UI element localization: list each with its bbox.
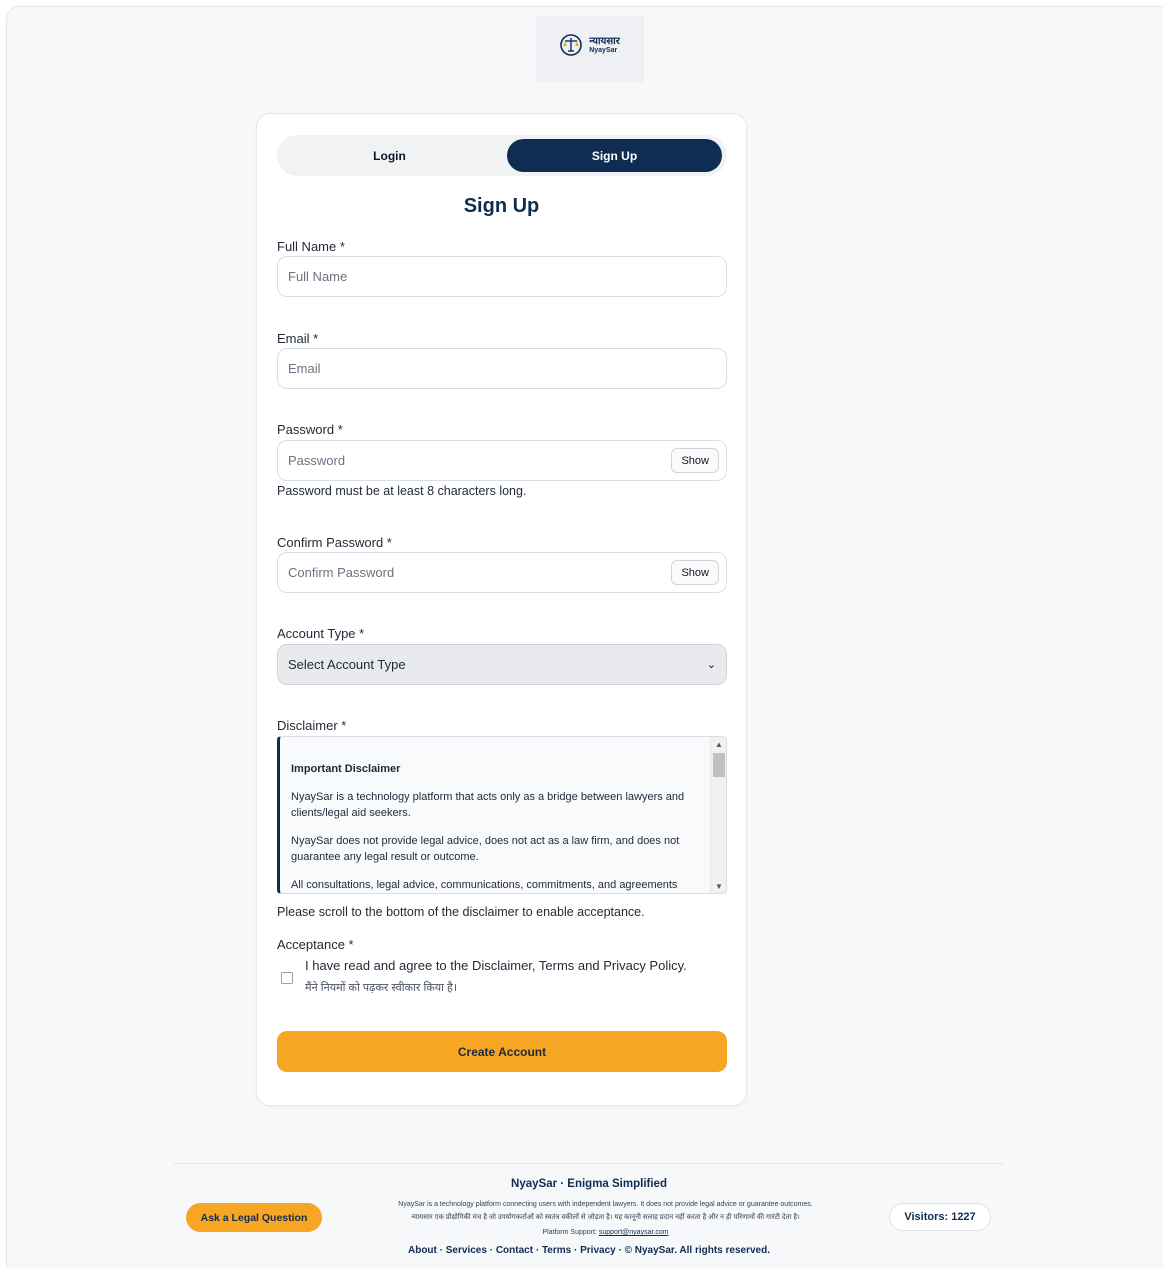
footer-support: Platform Support: support@nyaysar.com <box>333 1227 878 1238</box>
disclaimer-label: Disclaimer * <box>277 718 347 733</box>
footer-copyright: © NyaySar. All rights reserved. <box>624 1245 770 1256</box>
disclaimer-box[interactable]: Important Disclaimer NyaySar is a techno… <box>277 736 727 894</box>
disclaimer-scroll-hint: Please scroll to the bottom of the discl… <box>277 905 645 919</box>
footer-links: About · Services · Contact · Terms · Pri… <box>407 1245 770 1256</box>
nyaysar-logo[interactable]: न्यायसार NyaySar <box>536 16 644 82</box>
footer-note-hindi: न्यायसार एक प्रौद्योगिकी मंच है जो उपयोग… <box>411 1214 800 1221</box>
acceptance-label: Acceptance * <box>277 937 354 952</box>
scroll-up-arrow-icon[interactable]: ▲ <box>711 737 726 751</box>
logo-english-text: NyaySar <box>589 46 618 54</box>
account-type-select[interactable]: Select Account Type ⌄ <box>277 644 727 685</box>
confirm-password-input[interactable] <box>277 552 727 593</box>
disclaimer-paragraph-3: All consultations, legal advice, communi… <box>291 879 678 891</box>
auth-tabs: Login Sign Up <box>277 135 727 176</box>
email-label: Email * <box>277 331 319 346</box>
disclaimer-paragraph-1: NyaySar is a technology platform that ac… <box>291 791 685 819</box>
form-title: Sign Up <box>463 195 540 217</box>
footer-link-terms[interactable]: Terms <box>542 1245 571 1256</box>
scroll-down-arrow-icon[interactable]: ▼ <box>711 879 726 893</box>
footer-link-contact[interactable]: Contact <box>496 1245 533 1256</box>
auth-card: Login Sign Up Sign Up Full Name * Email … <box>256 113 747 1106</box>
confirm-password-show-button[interactable]: Show <box>671 560 719 585</box>
full-name-label: Full Name * <box>277 239 345 254</box>
password-show-button[interactable]: Show <box>671 448 719 473</box>
password-label: Password * <box>277 422 343 437</box>
ask-legal-question-button[interactable]: Ask a Legal Question <box>186 1203 322 1232</box>
password-hint: Password must be at least 8 characters l… <box>277 484 527 498</box>
confirm-password-label: Confirm Password * <box>277 535 392 550</box>
chevron-down-icon: ⌄ <box>706 659 716 671</box>
footer: NyaySar · Enigma Simplified Ask a Legal … <box>173 1163 1005 1268</box>
tab-login[interactable]: Login <box>282 139 497 172</box>
disclaimer-heading: Important Disclaimer <box>291 763 401 775</box>
footer-link-services[interactable]: Services <box>446 1245 487 1256</box>
support-label: Platform Support: <box>542 1229 597 1236</box>
acceptance-text-hindi: मैंने नियमों को पढ़कर स्वीकार किया है। <box>305 982 458 994</box>
account-type-label: Account Type * <box>277 626 365 641</box>
footer-link-privacy[interactable]: Privacy <box>580 1245 616 1256</box>
account-type-selected: Select Account Type <box>288 657 406 672</box>
footer-title: NyaySar · Enigma Simplified <box>511 1178 667 1190</box>
disclaimer-scrollbar[interactable]: ▲ ▼ <box>710 737 726 893</box>
acceptance-checkbox[interactable] <box>281 972 293 984</box>
create-account-button[interactable]: Create Account <box>277 1031 727 1072</box>
visitors-badge: Visitors: 1227 <box>889 1203 991 1231</box>
footer-link-about[interactable]: About <box>408 1245 437 1256</box>
footer-note-english: NyaySar is a technology platform connect… <box>398 1201 813 1208</box>
scrollbar-thumb[interactable] <box>713 753 725 777</box>
password-input[interactable] <box>277 440 727 481</box>
full-name-input[interactable] <box>277 256 727 297</box>
tab-signup[interactable]: Sign Up <box>507 139 722 172</box>
support-email-link[interactable]: support@nyaysar.com <box>599 1229 669 1236</box>
confirm-password-field-wrapper: Show <box>277 552 727 593</box>
email-input[interactable] <box>277 348 727 389</box>
disclaimer-paragraph-2: NyaySar does not provide legal advice, d… <box>291 835 680 863</box>
acceptance-text-english: I have read and agree to the Disclaimer,… <box>305 958 687 973</box>
logo-hindi-text: न्यायसार <box>589 35 620 47</box>
scales-of-justice-icon <box>560 34 583 56</box>
password-field-wrapper: Show <box>277 440 727 481</box>
